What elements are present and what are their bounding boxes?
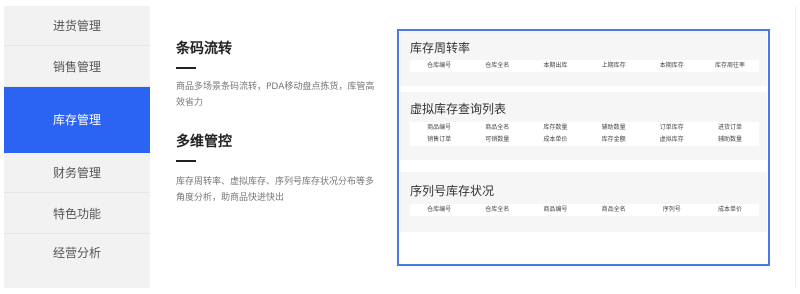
column-header: 上期库存 (601, 62, 626, 69)
column-header: 商品编号 (543, 206, 568, 213)
report-table: 商品编号 商品全名 库存数量 辅助数量 订单库存 进货订单 销售订单 可销数量 … (410, 122, 759, 146)
sidebar-item-purchase[interactable]: 进货管理 (4, 6, 150, 46)
sidebar-item-inventory[interactable]: 库存管理 (4, 87, 150, 153)
column-header: 可销数量 (485, 136, 510, 143)
column-header: 仓库全名 (485, 62, 510, 69)
report-turnover: 库存周转率 仓库编号 仓库全名 本期出库 上期库存 本期库存 库存周往率 (400, 31, 767, 86)
column-header: 库存周往率 (714, 62, 745, 69)
column-header: 销售订单 (427, 136, 452, 143)
table-header-row: 仓库编号 仓库全名 本期出库 上期库存 本期库存 库存周往率 (410, 60, 759, 72)
feature-desc-barcode: 商品多场景条码流转，PDA移动盘点拣货，库管高效省力 (176, 82, 375, 108)
column-header: 虚拟库存 (659, 136, 684, 143)
report-table: 仓库编号 仓库全名 本期出库 上期库存 本期库存 库存周往率 (410, 60, 759, 72)
report-virtual-stock: 虚拟库存查询列表 商品编号 商品全名 库存数量 辅助数量 订单库存 进货订单 销… (400, 92, 767, 160)
report-title: 库存周转率 (410, 41, 471, 55)
sidebar-item-analysis[interactable]: 经营分析 (4, 233, 150, 273)
feature-divider (176, 160, 196, 162)
report-title: 序列号库存状况 (410, 184, 495, 198)
column-header: 本期出库 (543, 62, 568, 69)
feature-divider (176, 67, 196, 69)
column-header: 序列号 (662, 206, 681, 213)
column-header: 辅助数量 (717, 136, 742, 143)
column-header: 辅助数量 (601, 124, 626, 131)
column-header: 订单库存 (659, 124, 684, 131)
table-header-row: 商品编号 商品全名 库存数量 辅助数量 订单库存 进货订单 (410, 122, 759, 134)
table-header-row: 仓库编号 仓库全名 商品编号 商品全名 序列号 成本单价 (410, 204, 759, 216)
sidebar-nav: 进货管理 销售管理 库存管理 财务管理 特色功能 经营分析 (4, 6, 150, 288)
feature-title-barcode: 条码流转 (176, 41, 232, 57)
column-header: 商品编号 (427, 124, 452, 131)
column-header: 商品全名 (601, 206, 626, 213)
column-header: 本期库存 (659, 62, 684, 69)
report-title: 虚拟库存查询列表 (410, 102, 507, 116)
report-table: 仓库编号 仓库全名 商品编号 商品全名 序列号 成本单价 (410, 204, 759, 216)
feature-desc-control: 库存周转率、虚拟库存、序列号库存状况分布等多角度分析，助商品快进快出 (176, 177, 375, 203)
column-header: 成本单价 (717, 206, 742, 213)
sidebar-item-features[interactable]: 特色功能 (4, 194, 150, 234)
column-header: 库存金额 (601, 136, 626, 143)
report-serial-stock: 序列号库存状况 仓库编号 仓库全名 商品编号 商品全名 序列号 成本单价 (400, 172, 767, 232)
table-header-row: 销售订单 可销数量 成本单价 库存金额 虚拟库存 辅助数量 (410, 134, 759, 146)
column-header: 仓库全名 (485, 206, 510, 213)
column-header: 库存数量 (543, 124, 568, 131)
column-header: 进货订单 (717, 124, 742, 131)
column-header: 商品全名 (485, 124, 510, 131)
column-header: 仓库编号 (427, 62, 452, 69)
sidebar-item-finance[interactable]: 财务管理 (4, 153, 150, 193)
column-header: 成本单价 (543, 136, 568, 143)
sidebar-item-sales[interactable]: 销售管理 (4, 47, 150, 87)
feature-title-control: 多维管控 (176, 134, 232, 150)
column-header: 仓库编号 (427, 206, 452, 213)
